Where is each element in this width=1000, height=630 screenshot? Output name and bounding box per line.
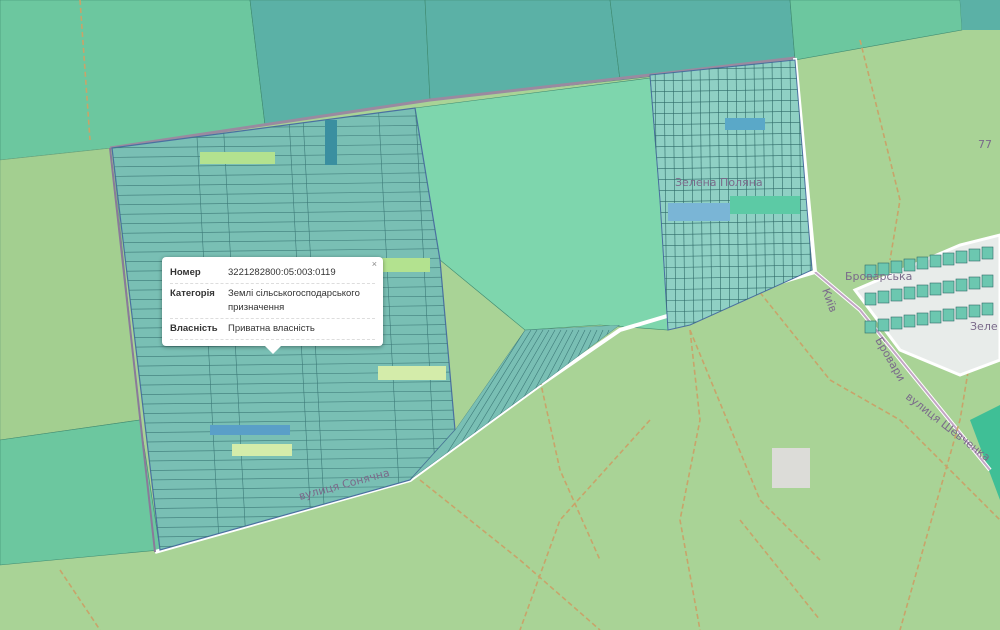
- village-parcel: [981, 246, 994, 260]
- parcel-boundary: [453, 329, 544, 480]
- parcel-boundary: [445, 329, 538, 480]
- popup-key: Власність: [170, 323, 218, 334]
- popup-row-number: Номер 3221282800:05:003:0119: [170, 263, 375, 284]
- village-parcel: [968, 248, 981, 262]
- parcel-boundary: [100, 553, 460, 557]
- village-parcel: [929, 310, 942, 324]
- village-parcel: [903, 286, 916, 300]
- parcels-village: [852, 233, 1000, 377]
- village-parcel: [890, 316, 903, 330]
- popup-value: Землі сільськогосподарського призначення: [228, 288, 360, 313]
- village-parcel: [929, 254, 942, 268]
- map-canvas[interactable]: Зелена Поляна Броварська Київ Бровари ву…: [0, 0, 1000, 630]
- popup-value: 3221282800:05:003:0119: [228, 267, 336, 278]
- village-parcel: [942, 252, 955, 266]
- close-popup-button[interactable]: ×: [372, 259, 377, 269]
- village-parcel: [955, 250, 968, 264]
- village-parcel: [877, 290, 890, 304]
- popup-key: Номер: [170, 267, 201, 278]
- label-village-2: Зеле: [970, 320, 998, 333]
- village-parcel: [903, 314, 916, 328]
- village-parcel: [916, 284, 929, 298]
- village-parcel: [968, 304, 981, 318]
- parcels-right: [649, 59, 813, 331]
- village-parcel: [942, 308, 955, 322]
- village-parcel: [916, 256, 929, 270]
- village-parcel: [968, 276, 981, 290]
- popup-key: Категорія: [170, 288, 215, 299]
- village-parcel: [981, 274, 994, 288]
- parcel-info-popup: × Номер 3221282800:05:003:0119 Категорія…: [162, 257, 383, 354]
- village-parcel: [864, 320, 877, 334]
- popup-row-category: Категорія Землі сільськогосподарського п…: [170, 284, 375, 319]
- popup-tip: [265, 346, 281, 354]
- popup-value: Приватна власність: [228, 323, 315, 334]
- label-number: 77: [978, 138, 992, 151]
- village-parcel: [981, 302, 994, 316]
- village-parcel: [890, 288, 903, 302]
- village-parcel: [942, 280, 955, 294]
- label-brovarska: Броварська: [845, 270, 912, 283]
- label-village-1: Зелена Поляна: [675, 176, 763, 189]
- village-parcel: [955, 306, 968, 320]
- building-area: [772, 448, 810, 488]
- popup-row-ownership: Власність Приватна власність: [170, 319, 375, 340]
- village-parcel: [929, 282, 942, 296]
- village-parcel: [864, 292, 877, 306]
- village-parcel: [916, 312, 929, 326]
- village-parcel: [955, 278, 968, 292]
- village-parcel: [877, 318, 890, 332]
